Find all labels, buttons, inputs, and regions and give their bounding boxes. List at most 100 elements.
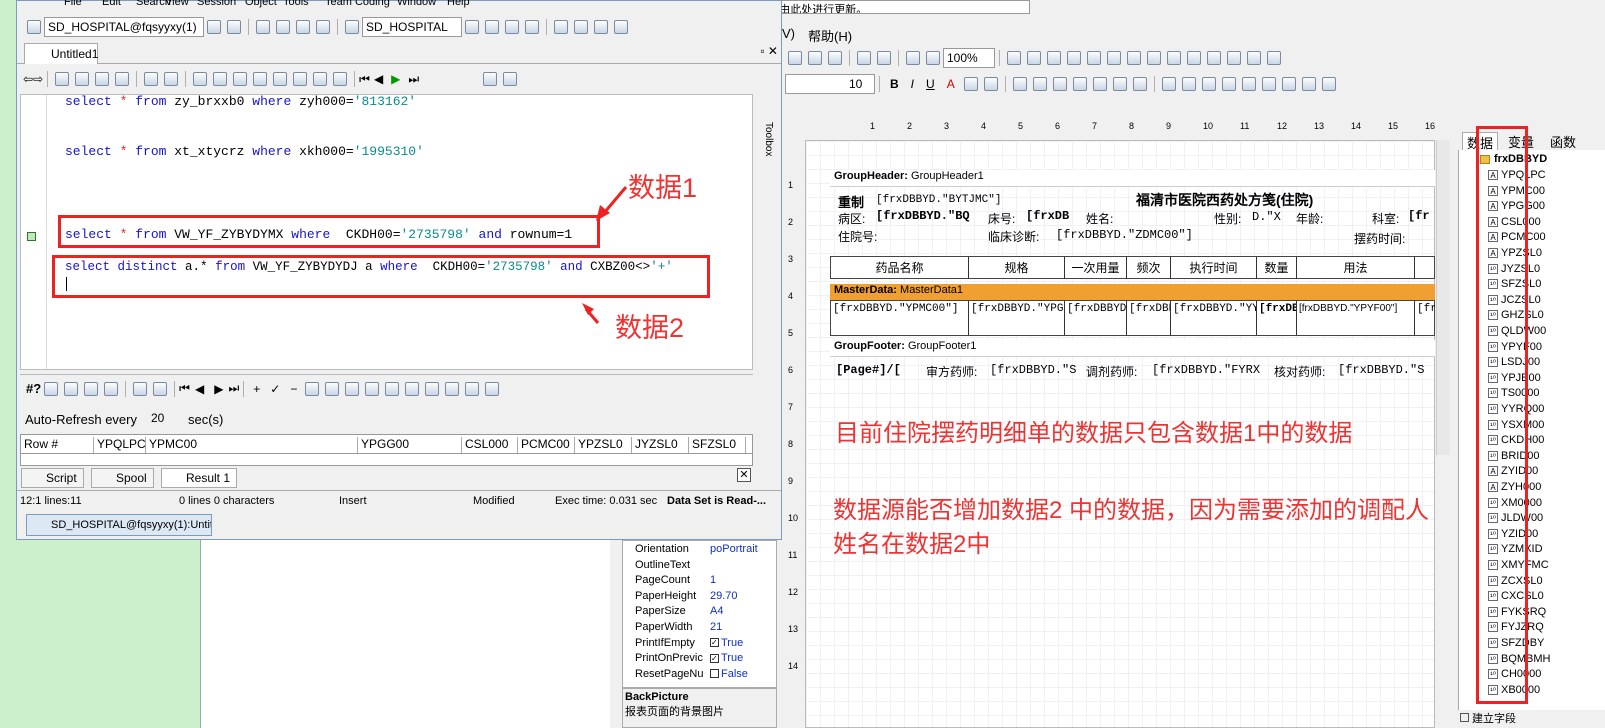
explain-icon[interactable] — [465, 20, 479, 34]
col-header-drug-name[interactable]: 药品名称 — [831, 257, 969, 279]
col-pcmc00[interactable]: PCMC00 — [518, 437, 575, 453]
toolbox-panel[interactable]: Toolbox — [757, 94, 781, 370]
md-ypgg00[interactable]: [frxDBBYD."YPGG00"] — [969, 301, 1065, 335]
col-ypmc00[interactable]: YPMC00 — [146, 437, 358, 453]
html-icon[interactable] — [333, 72, 348, 86]
inspector-row[interactable]: PaperSize A4 — [635, 605, 775, 620]
grid-first-icon[interactable]: ⏮ — [179, 381, 190, 396]
page-number-field[interactable]: [Page#]/[ — [836, 363, 901, 377]
col-ypqlpc[interactable]: YPQLPC — [94, 437, 146, 453]
prescription-title[interactable]: 福清市医院西药处方笺(住院) — [1136, 190, 1313, 210]
grid-icon[interactable] — [1007, 51, 1021, 65]
reprint-label[interactable]: 重制 — [838, 192, 864, 211]
text-middle-icon[interactable] — [1112, 77, 1127, 91]
tab-window-controls[interactable]: ▫ ✕ — [748, 44, 778, 58]
bed-label[interactable]: 床号: — [988, 210, 1015, 227]
reviewer-field[interactable]: [frxDBBYD."S — [990, 363, 1076, 377]
menu-item[interactable]: Object — [245, 0, 277, 8]
statistics-icon[interactable] — [503, 72, 518, 86]
open-icon[interactable] — [75, 72, 90, 86]
inspector-prop-value[interactable]: ✓ True — [710, 637, 743, 649]
grid-last-icon[interactable]: ⏭ — [228, 381, 239, 396]
group-footer-title[interactable]: GroupFooter: GroupFooter1 — [830, 340, 1435, 357]
bookmark-icon[interactable] — [27, 232, 36, 241]
dispenser-field[interactable]: [frxDBBYD."FYRX — [1152, 363, 1262, 377]
menu-item[interactable]: File — [64, 0, 82, 8]
bind-icon[interactable] — [293, 72, 308, 86]
menu-item[interactable]: Help — [447, 0, 470, 8]
run-icon[interactable]: ▶ — [391, 72, 400, 86]
frame-top-icon[interactable] — [1161, 77, 1176, 91]
text-bottom-icon[interactable] — [1132, 77, 1147, 91]
grid-def-icon[interactable] — [365, 381, 380, 396]
menu-item[interactable]: Edit — [102, 0, 121, 8]
frame-none-icon[interactable] — [1261, 77, 1276, 91]
ungroup-icon[interactable] — [926, 51, 940, 65]
grid-single-record-icon[interactable] — [345, 381, 360, 396]
grid-delete-icon[interactable]: − — [290, 382, 297, 396]
col-sfzsl0[interactable]: SFZSL0 — [689, 437, 746, 453]
grid-list-icon[interactable] — [445, 381, 460, 396]
ward-label[interactable]: 病区: — [838, 210, 865, 227]
inspector-prop-value[interactable]: 1 — [710, 574, 716, 586]
space-v-icon[interactable] — [1187, 51, 1201, 65]
underline-icon[interactable]: U — [926, 77, 935, 91]
group-header-title[interactable]: GroupHeader: GroupHeader1 — [830, 170, 1435, 187]
inspector-row[interactable]: ResetPageNu False — [635, 668, 775, 683]
col-header-quantity[interactable]: 数量 — [1257, 257, 1297, 279]
center-v-icon[interactable] — [1227, 51, 1241, 65]
inspector-row[interactable]: PaperHeight 29.70 — [635, 590, 775, 605]
frame-all-icon[interactable] — [1241, 77, 1256, 91]
query-builder-icon[interactable] — [164, 72, 179, 86]
frame-color-icon[interactable] — [1301, 77, 1316, 91]
cancel-icon[interactable] — [84, 381, 99, 396]
pause-icon[interactable] — [256, 20, 270, 34]
md-ypzsl0[interactable]: [frxDBBYD."Y — [1257, 301, 1297, 335]
grid-tree-icon[interactable] — [465, 381, 480, 396]
col-csl000[interactable]: CSL000 — [462, 437, 518, 453]
log-on-icon[interactable] — [207, 20, 221, 34]
grid-edit-icon[interactable] — [325, 381, 340, 396]
align-center-icon[interactable] — [1067, 51, 1081, 65]
grid-nd-icon[interactable] — [425, 381, 440, 396]
space-h-icon[interactable] — [1167, 51, 1181, 65]
col-header-spec[interactable]: 规格 — [969, 257, 1065, 279]
background-scrollbar[interactable] — [610, 540, 622, 728]
dispenser-label[interactable]: 调剂药师: — [1086, 363, 1137, 380]
clear-filter-icon[interactable] — [213, 72, 228, 86]
inspector-prop-value[interactable]: poPortrait — [710, 543, 758, 555]
save-icon[interactable] — [95, 72, 110, 86]
window-list-icon[interactable] — [27, 20, 41, 34]
grid-save-icon[interactable] — [153, 381, 168, 396]
dept-label[interactable]: 科室: — [1372, 210, 1399, 227]
auto-refresh-input[interactable]: 20 — [148, 409, 184, 427]
back-icon[interactable]: ⇦ — [23, 72, 33, 86]
print-icon[interactable] — [115, 72, 130, 86]
same-width-icon[interactable] — [1247, 51, 1261, 65]
inspector-row[interactable]: PrintOnPrevic ✓ True — [635, 652, 775, 667]
end-icon[interactable]: ⏭ — [408, 72, 419, 87]
text-top-icon[interactable] — [1092, 77, 1107, 91]
text-center-icon[interactable] — [1032, 77, 1047, 91]
grid-print-icon[interactable] — [133, 381, 148, 396]
masterdata-title[interactable]: MasterData: MasterData1 — [830, 284, 1435, 301]
record-icon[interactable] — [233, 72, 248, 86]
filter-icon[interactable] — [193, 72, 208, 86]
rotate-icon[interactable] — [983, 77, 998, 91]
grid-next-icon[interactable]: ▶ — [214, 382, 223, 396]
filter-clear-icon[interactable] — [64, 381, 79, 396]
sessions-icon[interactable] — [485, 20, 499, 34]
align-middle-icon[interactable] — [1127, 51, 1141, 65]
new-icon[interactable] — [55, 72, 70, 86]
col-header-usage[interactable]: 用法 — [1297, 257, 1415, 279]
col-ypgg00[interactable]: YPGG00 — [358, 437, 462, 453]
copy-icon[interactable] — [808, 51, 822, 65]
grid-prev-icon[interactable]: ◀ — [195, 382, 204, 396]
name-label[interactable]: 姓名: — [1086, 210, 1113, 227]
cut-icon[interactable] — [788, 51, 802, 65]
redo-icon[interactable] — [877, 51, 891, 65]
diagnosis-label[interactable]: 临床诊断: — [988, 228, 1039, 245]
col-header-dosage[interactable]: 一次用量 — [1065, 257, 1127, 279]
bed-field[interactable]: [frxDB — [1026, 209, 1076, 223]
text-justify-icon[interactable] — [1072, 77, 1087, 91]
